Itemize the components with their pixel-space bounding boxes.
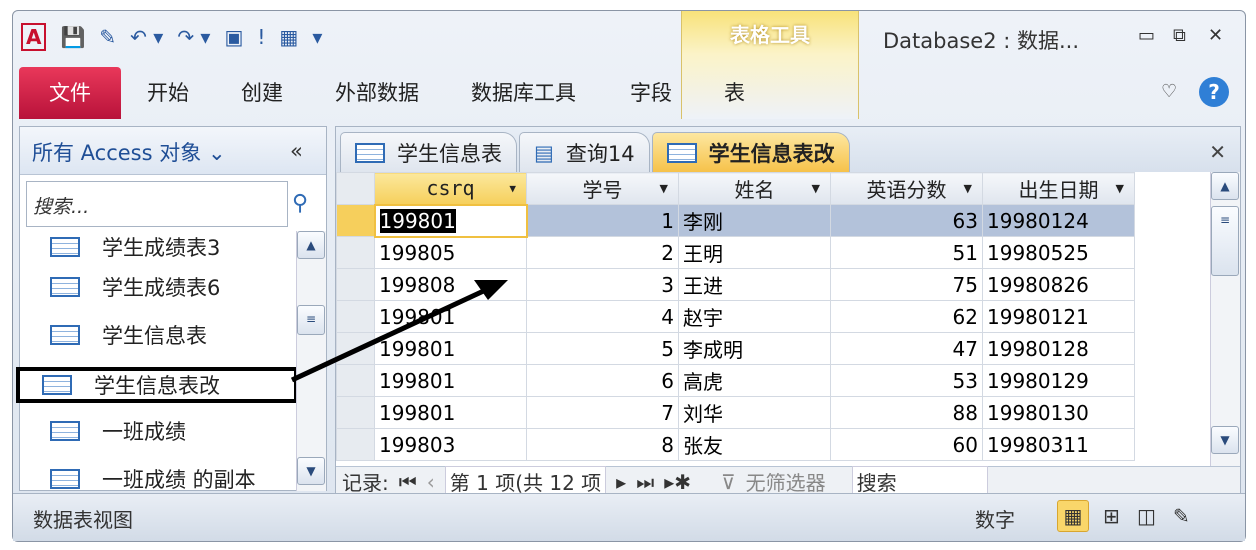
annotation-arrow (290, 280, 508, 383)
